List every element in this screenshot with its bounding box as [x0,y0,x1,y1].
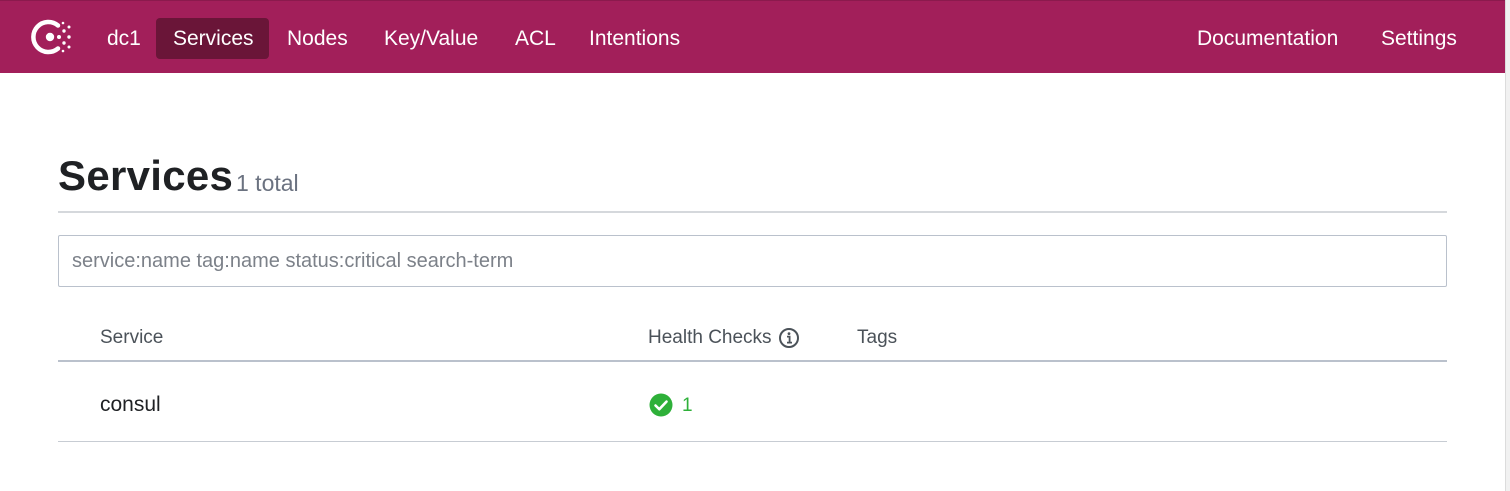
consul-logo-icon[interactable] [28,17,72,57]
nav-item-services[interactable]: Services [156,18,269,59]
column-header-service[interactable]: Service [100,327,163,349]
nav-item-acl[interactable]: ACL [498,18,573,59]
page-title: Services [58,152,234,199]
row-divider [58,441,1447,442]
column-header-tags[interactable]: Tags [857,327,897,349]
datacenter-selector[interactable]: dc1 [90,18,158,59]
table-header-divider [58,360,1447,362]
scrollbar[interactable] [1505,0,1510,491]
passing-checks-count: 1 [682,395,693,416]
service-name-link[interactable]: consul [100,393,161,417]
services-count: 1 total [236,170,299,196]
nav-item-key-value[interactable]: Key/Value [367,18,495,59]
title-divider [58,211,1447,213]
nav-item-intentions[interactable]: Intentions [572,18,697,59]
nav-item-settings[interactable]: Settings [1364,18,1474,59]
search-input[interactable] [58,235,1447,287]
check-circle-icon [649,393,673,417]
column-header-health-checks[interactable]: Health Checks [648,327,772,349]
nav-item-nodes[interactable]: Nodes [270,18,365,59]
top-navigation-bar: dc1 Services Nodes Key/Value ACL Intenti… [0,0,1505,73]
nav-item-documentation[interactable]: Documentation [1180,18,1355,59]
info-circle-icon[interactable] [778,327,800,349]
